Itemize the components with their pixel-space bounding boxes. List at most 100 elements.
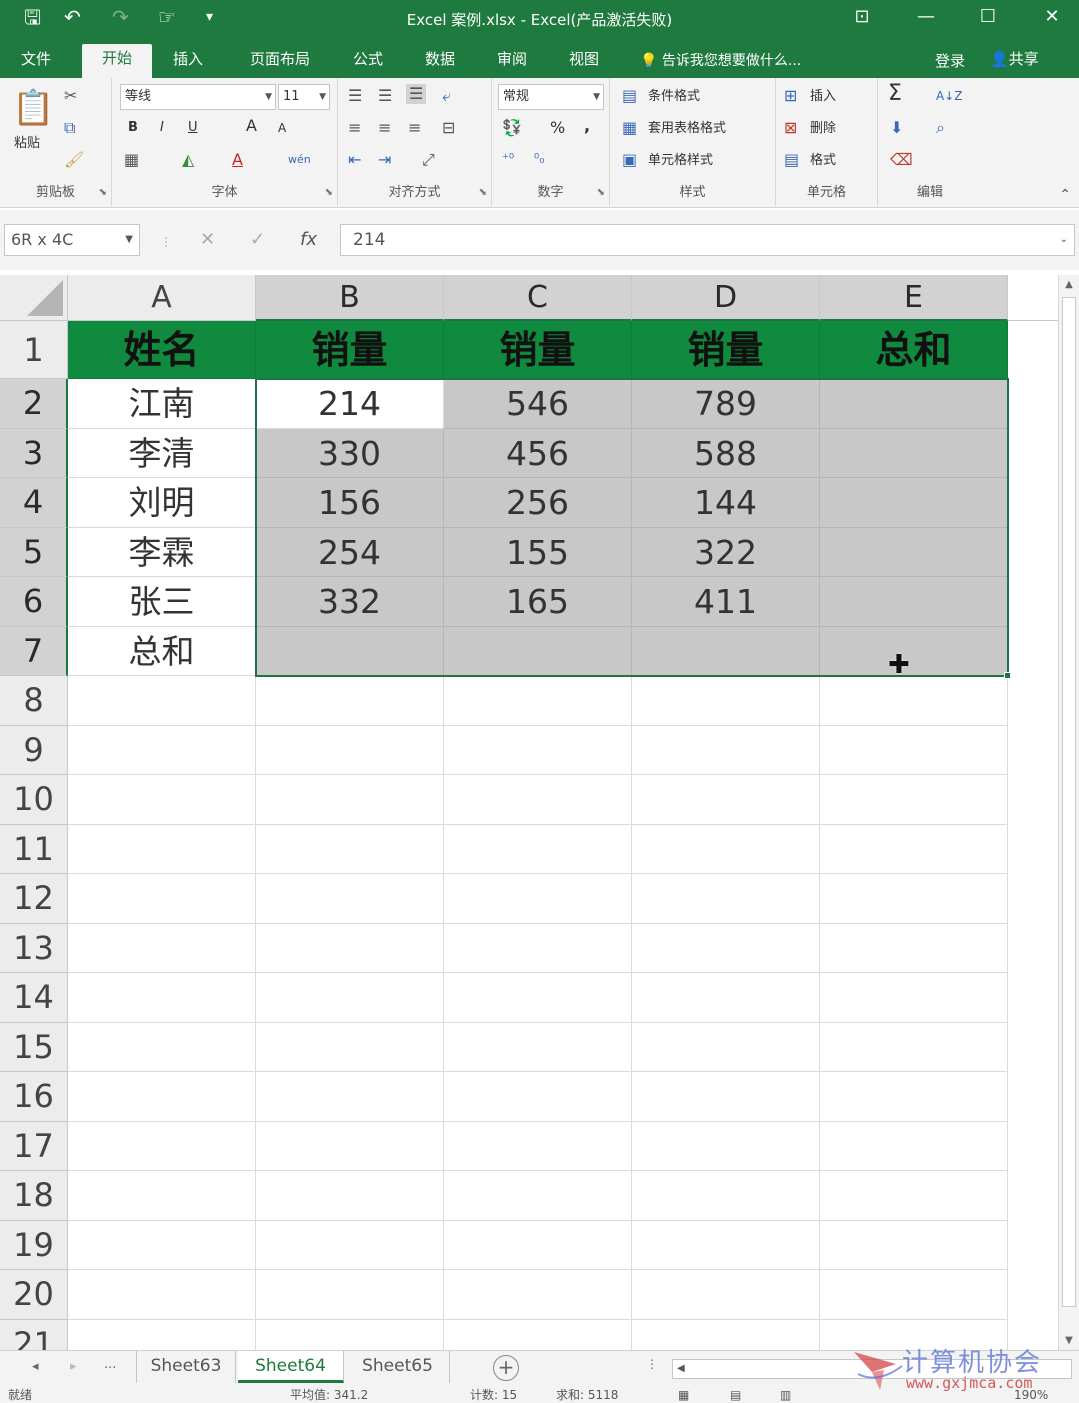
accounting-format-icon[interactable]: 💱: [502, 118, 522, 138]
cell-b16[interactable]: [256, 1072, 444, 1122]
wrap-text-icon[interactable]: ⤶: [442, 86, 451, 106]
insert-cells-button[interactable]: 插入: [810, 87, 836, 107]
cell-e5[interactable]: [820, 527, 1008, 577]
decrease-decimal-icon[interactable]: ⁰₀: [534, 150, 544, 170]
clear-icon[interactable]: ⌫: [890, 150, 913, 170]
cell-c7[interactable]: [444, 626, 632, 676]
cell-a20[interactable]: [68, 1270, 256, 1320]
row-header-17[interactable]: 17: [0, 1121, 68, 1171]
cell-d8[interactable]: [632, 676, 820, 726]
insert-function-icon[interactable]: fx: [300, 230, 317, 250]
paste-button[interactable]: 粘贴: [14, 134, 40, 154]
name-box[interactable]: 6R x 4C ▼: [4, 224, 140, 256]
align-right-icon[interactable]: ≡: [408, 118, 421, 138]
cell-b8[interactable]: [256, 676, 444, 726]
cell-d11[interactable]: [632, 824, 820, 874]
increase-decimal-icon[interactable]: ⁺⁰: [502, 150, 514, 170]
cell-d10[interactable]: [632, 775, 820, 825]
comma-button[interactable]: ,: [584, 116, 590, 136]
cell-e2[interactable]: [820, 379, 1008, 429]
page-layout-view-icon[interactable]: ▤: [730, 1387, 741, 1403]
row-header-2[interactable]: 2: [0, 379, 68, 429]
cell-a6[interactable]: 张三: [68, 577, 256, 627]
fill-icon[interactable]: ⬇: [890, 118, 903, 138]
cell-d12[interactable]: [632, 874, 820, 924]
cell-d15[interactable]: [632, 1022, 820, 1072]
align-top-icon[interactable]: ☰: [348, 86, 362, 106]
number-format-combo[interactable]: 常规 ▼: [498, 84, 604, 110]
cell-b6[interactable]: 332: [256, 577, 444, 627]
grow-font-button[interactable]: A: [246, 116, 257, 136]
cell-b5[interactable]: 254: [256, 527, 444, 577]
vertical-scroll-thumb[interactable]: [1062, 297, 1076, 1307]
paste-icon[interactable]: 📋: [12, 88, 54, 128]
format-as-table-button[interactable]: 套用表格格式: [648, 119, 726, 139]
cell-e6[interactable]: [820, 577, 1008, 627]
cell-c16[interactable]: [444, 1072, 632, 1122]
ribbon-display-options-icon[interactable]: ⊡: [842, 2, 882, 32]
borders-icon[interactable]: ▦: [124, 150, 139, 170]
cut-icon[interactable]: ✂: [64, 86, 77, 106]
cell-b13[interactable]: [256, 923, 444, 973]
underline-button[interactable]: U: [188, 118, 198, 138]
font-launcher-icon[interactable]: ⬊: [325, 187, 333, 198]
row-header-18[interactable]: 18: [0, 1171, 68, 1221]
cell-d19[interactable]: [632, 1220, 820, 1270]
cell-b4[interactable]: 156: [256, 478, 444, 528]
cell-e10[interactable]: [820, 775, 1008, 825]
font-name-combo[interactable]: 等线 ▼: [120, 84, 276, 110]
fill-handle[interactable]: [1004, 672, 1011, 679]
cell-e4[interactable]: [820, 478, 1008, 528]
row-header-3[interactable]: 3: [0, 428, 68, 478]
clipboard-launcher-icon[interactable]: ⬊: [99, 187, 107, 198]
format-cells-button[interactable]: 格式: [810, 151, 836, 171]
alignment-launcher-icon[interactable]: ⬊: [479, 187, 487, 198]
row-header-20[interactable]: 20: [0, 1270, 68, 1320]
sort-filter-button[interactable]: A↓Z: [936, 86, 962, 106]
cell-d6[interactable]: 411: [632, 577, 820, 627]
cell-a14[interactable]: [68, 973, 256, 1023]
decrease-indent-icon[interactable]: ⇤: [348, 150, 361, 170]
select-all-corner[interactable]: [0, 275, 68, 321]
cell-d5[interactable]: 322: [632, 527, 820, 577]
cell-b2[interactable]: 214: [256, 379, 444, 429]
column-header-d[interactable]: D: [632, 275, 820, 321]
align-left-icon[interactable]: ≡: [348, 118, 361, 138]
cell-d3[interactable]: 588: [632, 428, 820, 478]
cell-e17[interactable]: [820, 1121, 1008, 1171]
cell-b1[interactable]: 销量: [256, 321, 444, 379]
drag-handle-icon[interactable]: ⋮: [160, 232, 172, 252]
row-header-6[interactable]: 6: [0, 577, 68, 627]
cell-c18[interactable]: [444, 1171, 632, 1221]
sheet-prev-icon[interactable]: ◂: [32, 1359, 39, 1374]
cell-b15[interactable]: [256, 1022, 444, 1072]
row-header-4[interactable]: 4: [0, 478, 68, 528]
font-color-button[interactable]: A: [232, 150, 243, 170]
fill-color-icon[interactable]: ◭: [182, 150, 194, 170]
cell-e18[interactable]: [820, 1171, 1008, 1221]
cell-b3[interactable]: 330: [256, 428, 444, 478]
cell-d16[interactable]: [632, 1072, 820, 1122]
font-size-combo[interactable]: 11 ▼: [278, 84, 330, 110]
cell-e19[interactable]: [820, 1220, 1008, 1270]
merge-center-icon[interactable]: ⊟: [442, 118, 455, 138]
sheet-tab-sheet65[interactable]: Sheet65: [346, 1351, 450, 1383]
cell-c21[interactable]: [444, 1319, 632, 1350]
cell-b20[interactable]: [256, 1270, 444, 1320]
cell-c3[interactable]: 456: [444, 428, 632, 478]
conditional-format-button[interactable]: 条件格式: [648, 87, 700, 107]
percent-button[interactable]: %: [550, 118, 565, 138]
cell-b12[interactable]: [256, 874, 444, 924]
cell-c4[interactable]: 256: [444, 478, 632, 528]
cell-c17[interactable]: [444, 1121, 632, 1171]
sheet-next-icon[interactable]: ▸: [70, 1359, 77, 1374]
phonetic-button[interactable]: wén: [288, 150, 311, 170]
cell-c10[interactable]: [444, 775, 632, 825]
cell-a11[interactable]: [68, 824, 256, 874]
tell-me-box[interactable]: 💡 告诉我您想要做什么...: [640, 50, 801, 70]
shrink-font-button[interactable]: A: [278, 118, 286, 138]
cell-a21[interactable]: [68, 1319, 256, 1350]
cell-styles-button[interactable]: 单元格样式: [648, 151, 713, 171]
italic-button[interactable]: I: [160, 118, 164, 138]
cell-e7[interactable]: [820, 626, 1008, 676]
